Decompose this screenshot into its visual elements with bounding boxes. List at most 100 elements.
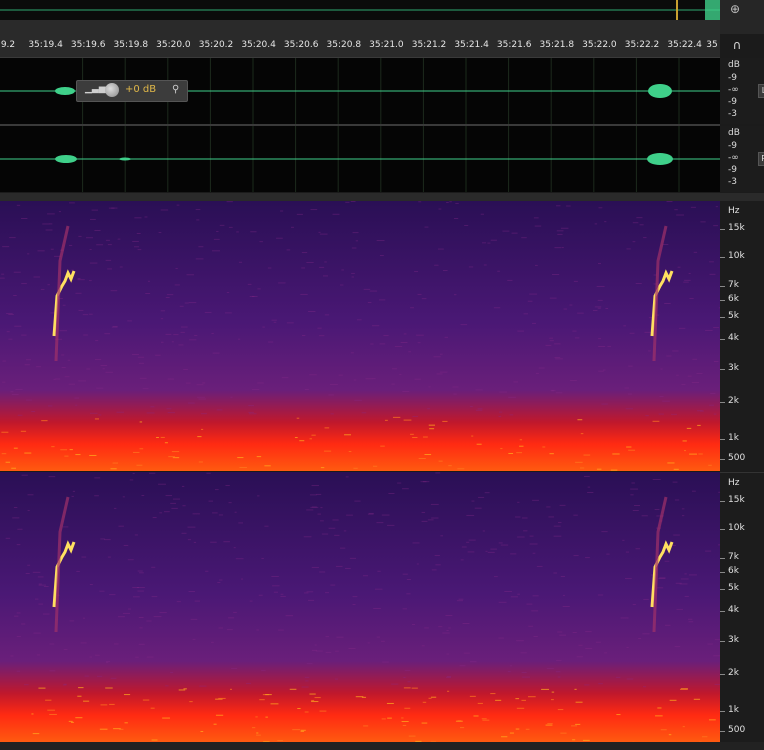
hz-tick (720, 257, 725, 258)
gain-value[interactable]: +0 dB (125, 84, 156, 95)
spectral-noise (686, 427, 692, 429)
spectral-noise (75, 717, 83, 719)
waveform-right-channel[interactable] (0, 126, 723, 192)
spectral-noise (86, 368, 91, 370)
spectral-noise (648, 350, 651, 352)
spectral-noise (689, 298, 694, 300)
spectral-noise (83, 334, 88, 336)
spectral-noise (198, 246, 204, 248)
spectral-noise (160, 310, 166, 312)
spectral-noise (201, 428, 204, 430)
hz-tick (720, 558, 725, 559)
hz-label: 4k (728, 333, 739, 343)
spectral-noise (498, 601, 507, 603)
spectral-noise (151, 739, 158, 741)
spectral-noise (667, 462, 675, 464)
channel-tag-left[interactable]: L (758, 84, 764, 98)
spectral-noise (679, 688, 688, 690)
spectral-noise (555, 671, 561, 673)
spectral-noise (460, 324, 468, 326)
spectral-noise (412, 623, 416, 625)
ruler-tick-label: 35:20.6 (283, 40, 319, 50)
zoom-icon[interactable]: ⊕ (730, 2, 748, 16)
spectral-noise (351, 272, 355, 274)
spectral-noise (160, 318, 164, 320)
spectral-noise (602, 369, 606, 371)
spectral-noise (74, 397, 80, 399)
spectral-noise (198, 398, 206, 400)
spectral-noise (464, 225, 469, 227)
spectral-noise (594, 223, 598, 225)
spectral-noise (127, 608, 131, 610)
spectral-noise (273, 591, 279, 593)
headphones-icon[interactable]: ∩ (728, 38, 746, 52)
spectral-noise (75, 404, 78, 406)
time-ruler[interactable]: 9.2 35:19.4 35:19.6 35:19.8 35:20.0 35:20.2 35… (0, 20, 720, 58)
spectral-noise (495, 699, 502, 701)
spectral-noise (453, 217, 459, 219)
spectral-noise (528, 625, 533, 627)
spectral-noise (467, 551, 475, 553)
view-divider[interactable] (0, 193, 764, 201)
spectral-noise (563, 308, 568, 310)
spectral-noise (678, 327, 686, 329)
spectral-noise (576, 656, 583, 658)
spectral-noise (376, 240, 385, 242)
spectral-noise (132, 451, 140, 453)
spectral-noise (196, 219, 200, 221)
spectral-noise (456, 600, 464, 602)
spectral-noise (428, 697, 432, 699)
pin-icon[interactable]: ⚲ (172, 84, 179, 95)
spectral-noise (475, 409, 483, 411)
spectral-noise (256, 734, 261, 736)
spectral-noise (348, 451, 352, 453)
spectral-noise (674, 209, 678, 211)
spectral-noise (508, 452, 514, 454)
spectral-noise (381, 514, 390, 516)
spectral-noise (321, 533, 329, 535)
hz-label: 7k (728, 552, 739, 562)
spectral-noise (713, 327, 720, 329)
spectral-noise (585, 631, 592, 633)
spectral-noise (522, 676, 531, 678)
spectral-noise (569, 304, 573, 306)
spectral-noise (691, 490, 696, 492)
spectral-noise (94, 229, 101, 231)
spectral-noise (674, 499, 680, 501)
spectral-noise (67, 359, 71, 361)
spectral-noise (635, 282, 642, 284)
spectral-noise (468, 266, 474, 268)
hz-tick (720, 731, 725, 732)
spectral-noise (155, 354, 161, 356)
spectral-noise (188, 302, 197, 304)
spectral-noise (446, 629, 449, 631)
knob-icon[interactable] (105, 83, 119, 97)
spectral-noise (258, 594, 263, 596)
spectral-noise (551, 691, 555, 693)
spectral-noise (612, 453, 620, 455)
spectral-noise (550, 389, 556, 391)
spectral-noise (566, 205, 571, 207)
spectral-noise (627, 393, 633, 395)
clip-volume-hud[interactable]: ▁▃▅ +0 dB ⚲ (76, 80, 188, 102)
spectral-noise (216, 230, 219, 232)
channel-tag-right[interactable]: R (758, 152, 764, 166)
spectral-display-right[interactable] (0, 472, 725, 743)
spectral-noise (481, 718, 487, 720)
spectral-noise (212, 512, 218, 514)
spectral-display-left[interactable] (0, 201, 723, 471)
spectral-noise (300, 730, 305, 732)
spectral-noise (676, 374, 679, 376)
spectral-noise (422, 436, 428, 438)
spectral-noise (696, 373, 703, 375)
overview-strip[interactable] (0, 0, 720, 21)
spectral-noise (160, 209, 169, 211)
hz-tick (720, 572, 725, 573)
spectral-noise (516, 640, 524, 642)
spectral-noise (639, 224, 644, 226)
spectral-noise (37, 576, 44, 578)
spectral-noise (132, 240, 139, 242)
spectral-noise (141, 495, 145, 497)
spectral-noise (629, 332, 635, 334)
spectral-noise (36, 366, 42, 368)
